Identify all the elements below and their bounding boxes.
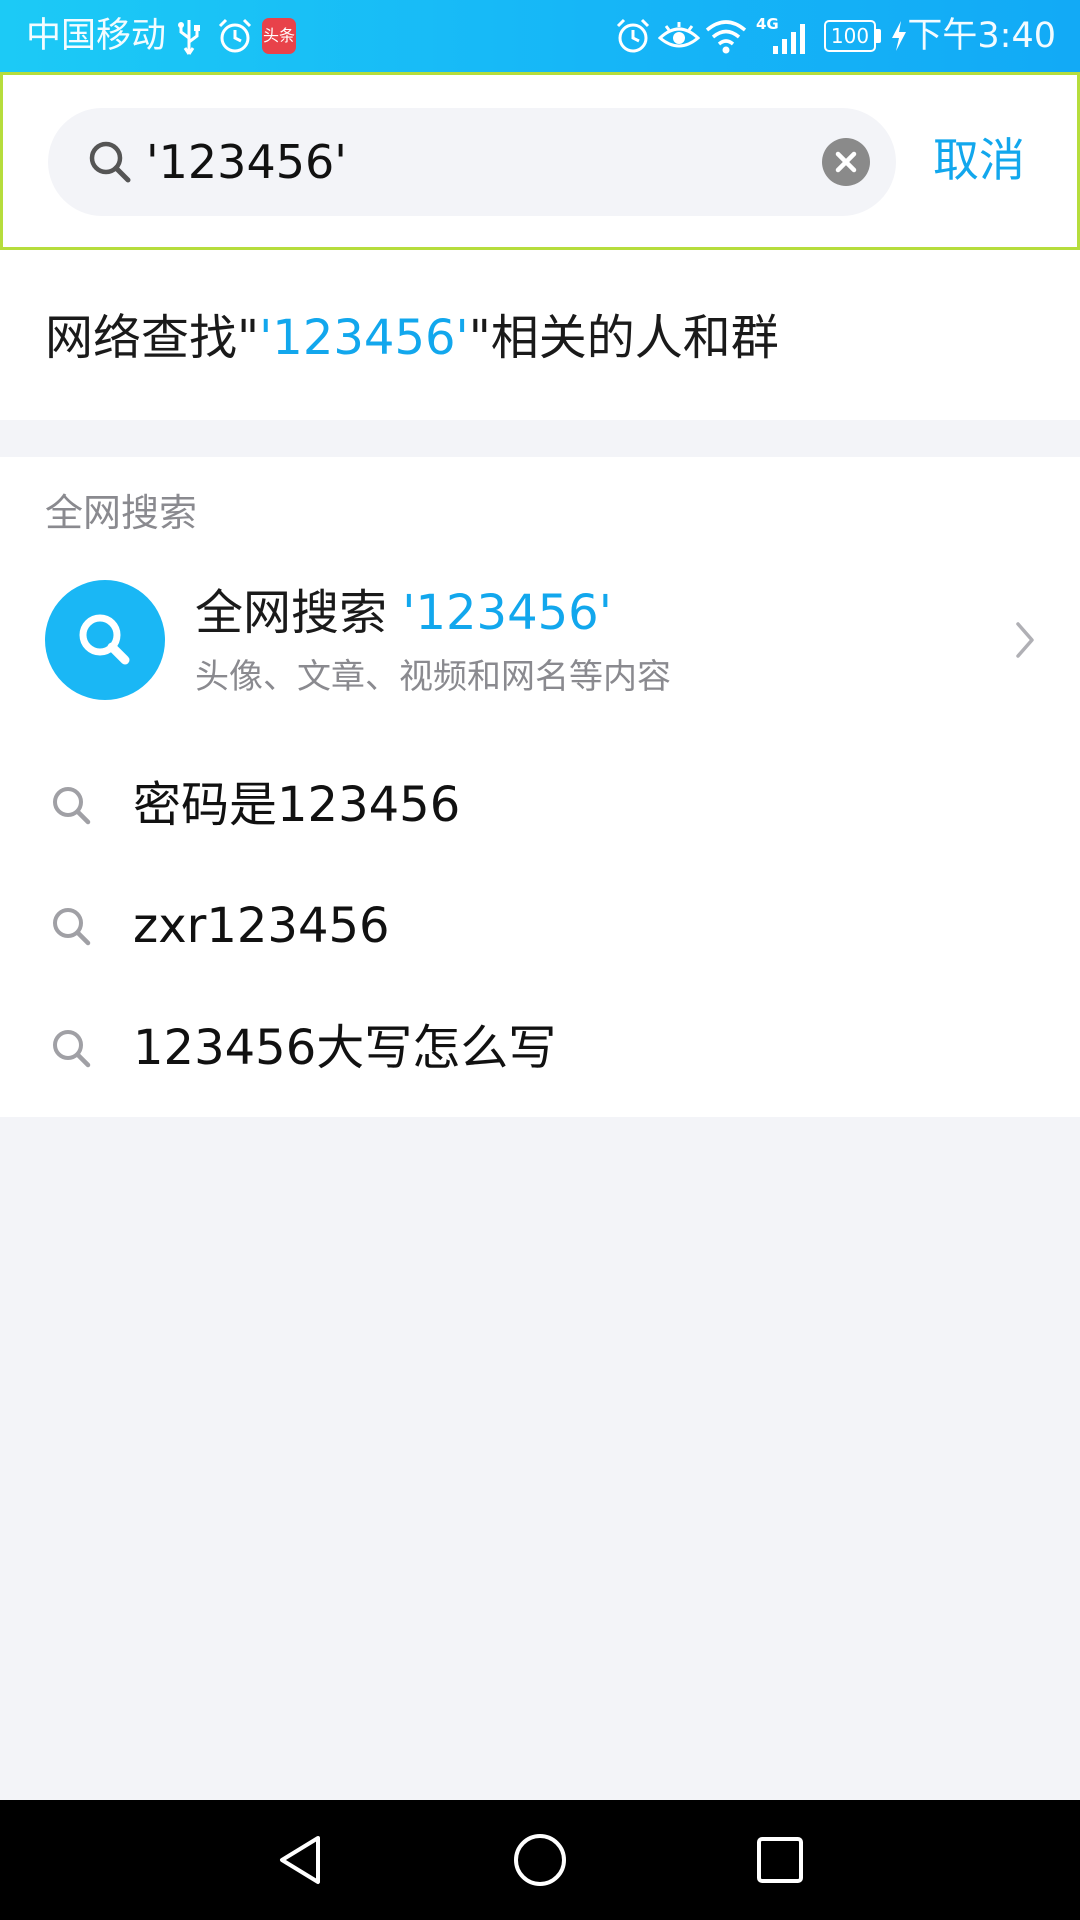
- eye-comfort-icon: [658, 22, 700, 48]
- status-bar: 中国移动 头条 4G 100 下午3:40: [0, 0, 1080, 72]
- cancel-button[interactable]: 取消: [933, 131, 1025, 189]
- search-icon: [53, 908, 91, 946]
- section-label-web-search: 全网搜索: [45, 491, 198, 535]
- carrier-name: 中国移动: [26, 16, 167, 56]
- wifi-icon: [705, 20, 747, 54]
- chevron-right-icon: [1016, 622, 1034, 658]
- search-input[interactable]: [146, 130, 766, 194]
- web-search-item[interactable]: 全网搜索 '123456' 头像、文章、视频和网名等内容: [0, 577, 1080, 727]
- recents-square-icon[interactable]: [750, 1830, 810, 1890]
- search-icon: [53, 1030, 91, 1068]
- battery-icon: 100: [824, 20, 882, 52]
- alarm-icon: [616, 18, 650, 53]
- network-find-suffix: "相关的人和群: [468, 310, 779, 366]
- status-time: 下午3:40: [907, 16, 1056, 56]
- web-search-title: 全网搜索 '123456': [195, 583, 612, 643]
- back-triangle-icon[interactable]: [270, 1830, 330, 1890]
- web-search-avatar-icon: [45, 580, 165, 700]
- web-search-title-text: 全网搜索: [195, 585, 388, 641]
- charging-icon: [892, 21, 906, 51]
- usb-icon: [178, 20, 200, 55]
- clear-icon[interactable]: [821, 137, 871, 187]
- network-find-text: 网络查找"'123456'"相关的人和群: [45, 308, 779, 368]
- search-icon: [53, 787, 91, 825]
- signal-icon: [773, 24, 805, 54]
- search-header: 取消: [0, 72, 1080, 250]
- alarm-icon: [218, 18, 252, 53]
- results-card: 全网搜索 全网搜索 '123456' 头像、文章、视频和网名等内容 密码是123…: [0, 457, 1080, 1117]
- search-box[interactable]: [48, 108, 896, 216]
- navigation-bar: [0, 1800, 1080, 1920]
- suggestion-item[interactable]: 密码是123456: [0, 750, 1080, 870]
- suggestion-item[interactable]: 123456大写怎么写: [0, 993, 1080, 1113]
- network-find-row[interactable]: 网络查找"'123456'"相关的人和群: [0, 250, 1080, 420]
- home-circle-icon[interactable]: [510, 1830, 570, 1890]
- web-search-keyword: '123456': [402, 585, 612, 641]
- suggestion-text: zxr123456: [133, 898, 390, 954]
- suggestion-text: 密码是123456: [133, 777, 461, 833]
- network-find-keyword: '123456': [259, 310, 469, 366]
- suggestion-text: 123456大写怎么写: [133, 1020, 557, 1076]
- network-find-prefix: 网络查找": [45, 310, 260, 366]
- search-icon: [89, 141, 131, 183]
- battery-level: 100: [830, 24, 870, 48]
- toutiao-app-icon: 头条: [262, 18, 296, 54]
- web-search-subtitle: 头像、文章、视频和网名等内容: [195, 657, 671, 697]
- suggestion-item[interactable]: zxr123456: [0, 871, 1080, 991]
